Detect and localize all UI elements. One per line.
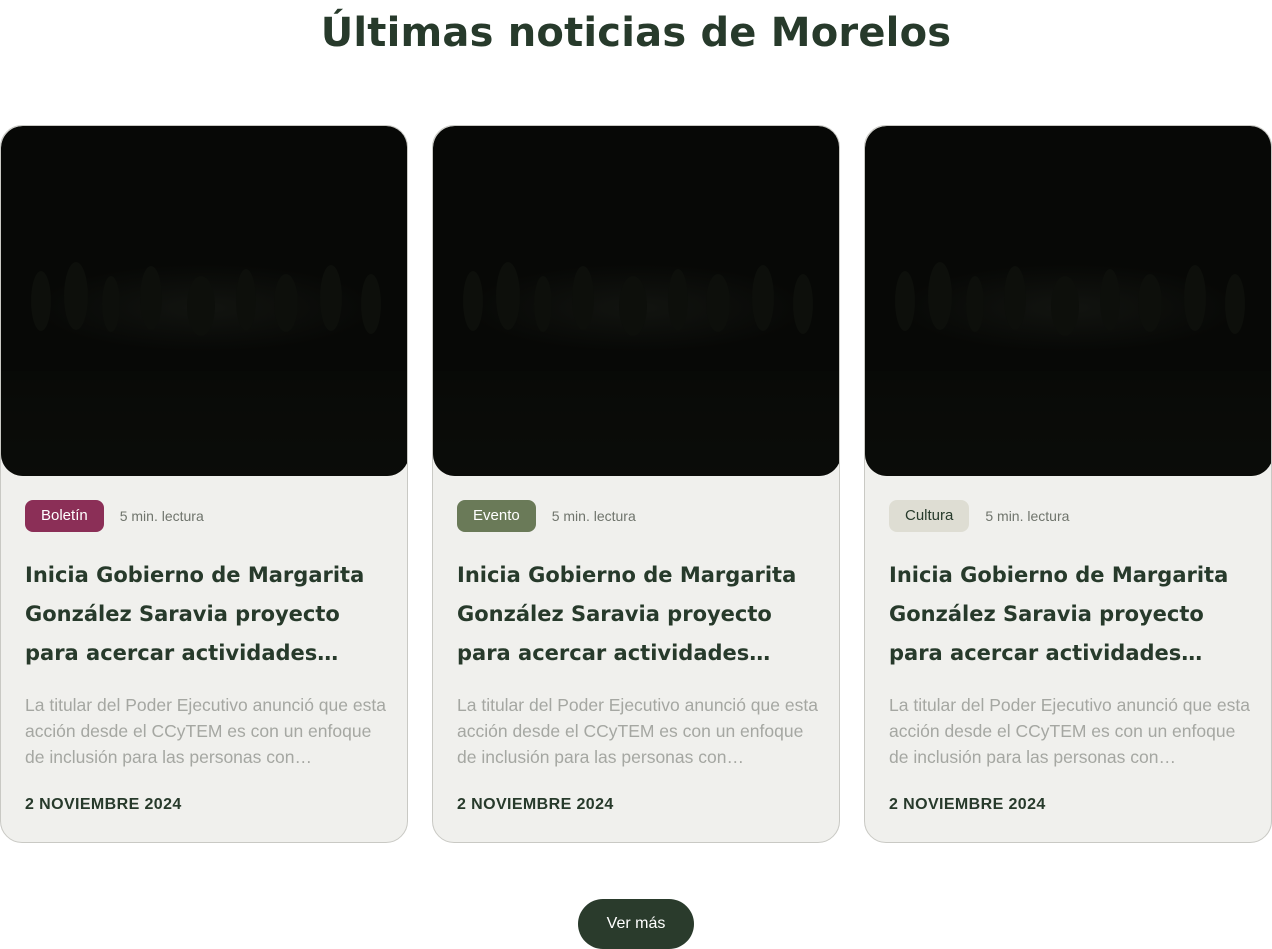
category-badge[interactable]: Boletín	[25, 500, 104, 532]
news-card-excerpt: La titular del Poder Ejecutivo anunció q…	[25, 695, 386, 767]
news-card-image[interactable]	[433, 126, 839, 476]
news-card-title[interactable]: Inicia Gobierno de Margarita González Sa…	[889, 556, 1253, 673]
news-card-date: 2 NOVIEMBRE 2024	[25, 796, 182, 813]
news-card-date: 2 NOVIEMBRE 2024	[889, 796, 1046, 813]
news-card-excerpt: La titular del Poder Ejecutivo anunció q…	[457, 695, 818, 767]
news-card-image[interactable]	[865, 126, 1271, 476]
read-time: 5 min. lectura	[119, 508, 204, 524]
news-card[interactable]: Boletín 5 min. lectura Inicia Gobierno d…	[0, 125, 408, 843]
category-badge[interactable]: Evento	[457, 500, 536, 532]
news-card-date: 2 NOVIEMBRE 2024	[457, 796, 614, 813]
news-card-title[interactable]: Inicia Gobierno de Margarita González Sa…	[25, 556, 389, 673]
crowd-silhouette-image	[1, 262, 407, 476]
news-card-list: Boletín 5 min. lectura Inicia Gobierno d…	[0, 125, 1272, 843]
crowd-silhouette-image	[865, 262, 1271, 476]
news-card[interactable]: Cultura 5 min. lectura Inicia Gobierno d…	[864, 125, 1272, 843]
news-card[interactable]: Evento 5 min. lectura Inicia Gobierno de…	[432, 125, 840, 843]
news-card-title[interactable]: Inicia Gobierno de Margarita González Sa…	[457, 556, 821, 673]
crowd-silhouette-image	[433, 262, 839, 476]
see-more-button[interactable]: Ver más	[578, 899, 694, 949]
news-card-excerpt: La titular del Poder Ejecutivo anunció q…	[889, 695, 1250, 767]
news-card-meta: Cultura 5 min. lectura	[889, 500, 1069, 532]
read-time: 5 min. lectura	[985, 508, 1070, 524]
category-badge[interactable]: Cultura	[889, 500, 970, 532]
read-time: 5 min. lectura	[551, 508, 636, 524]
section-title: Últimas noticias de Morelos	[320, 10, 952, 56]
news-card-image[interactable]	[1, 126, 407, 476]
news-card-meta: Evento 5 min. lectura	[457, 500, 636, 532]
news-card-meta: Boletín 5 min. lectura	[25, 500, 204, 532]
